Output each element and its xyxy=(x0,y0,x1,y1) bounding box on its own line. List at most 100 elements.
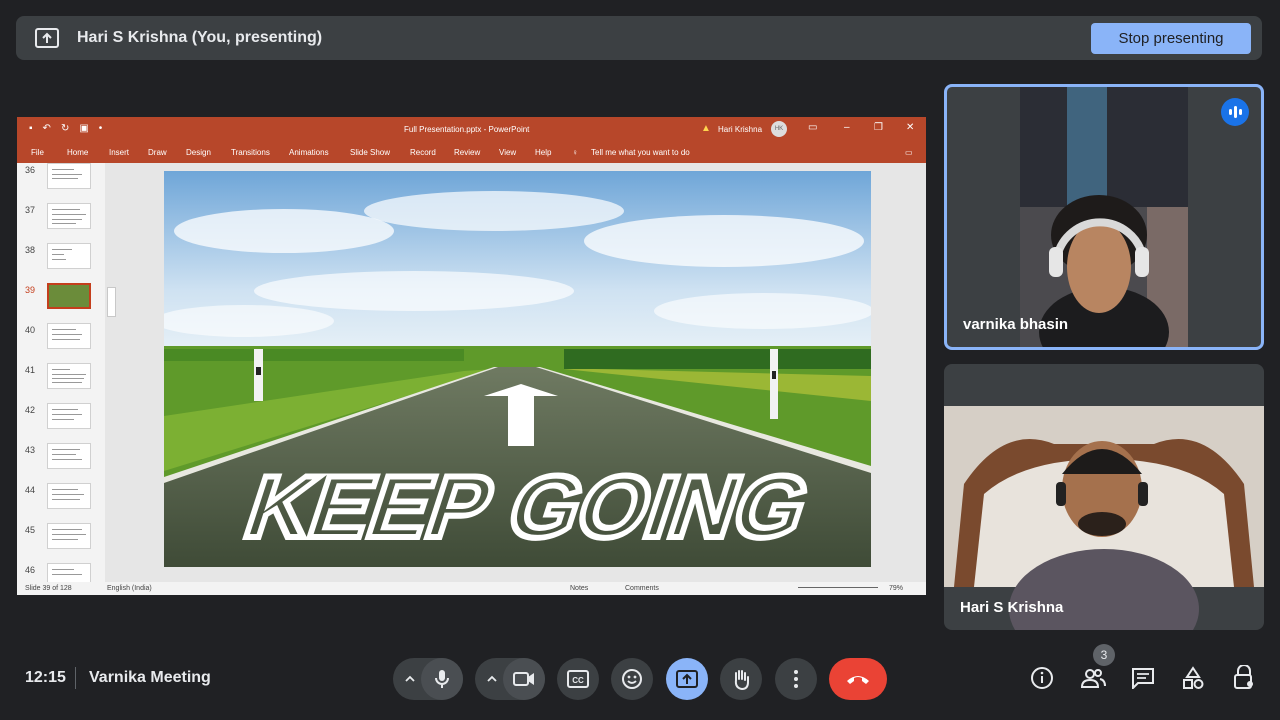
reactions-button[interactable] xyxy=(611,658,653,700)
thumbnail-row: 36 xyxy=(17,163,109,203)
people-button[interactable] xyxy=(1079,664,1107,692)
participant-video xyxy=(944,406,1264,630)
slide-number: 41 xyxy=(25,365,36,375)
present-screen-icon xyxy=(35,28,59,48)
ppt-title-bar: ▪ ↶ ↻ ▣ • Full Presentation.pptx - Power… xyxy=(17,117,926,141)
slide-number: 37 xyxy=(25,205,36,215)
stop-presenting-button[interactable]: Stop presenting xyxy=(1091,23,1251,54)
thumbnail-row: 37 xyxy=(17,203,109,243)
thumbnail-row: 40 xyxy=(17,323,109,363)
slide-number: 46 xyxy=(25,565,36,575)
slide-number: 45 xyxy=(25,525,36,535)
thumbnail-row: 46 xyxy=(17,563,109,582)
present-button[interactable] xyxy=(666,658,708,700)
divider xyxy=(75,667,76,689)
hand-icon xyxy=(734,670,749,690)
captions-button[interactable]: CC xyxy=(557,658,599,700)
speaking-indicator-icon xyxy=(1221,98,1249,126)
slide-thumbnail xyxy=(47,363,91,389)
shared-screen-powerpoint: ▪ ↶ ↻ ▣ • Full Presentation.pptx - Power… xyxy=(17,117,926,595)
slide-thumbnails-pane: 36 37 38 39 40 41 42 43 44 45 46 xyxy=(17,163,109,582)
menu-transitions: Transitions xyxy=(231,148,270,157)
participant-name: Hari S Krishna xyxy=(960,599,1064,616)
participant-tile[interactable]: Hari S Krishna xyxy=(944,364,1264,630)
redo-icon: ↻ xyxy=(60,123,70,134)
menu-slide-show: Slide Show xyxy=(350,148,391,157)
quick-access-toolbar: ▪ ↶ ↻ ▣ • xyxy=(29,123,102,134)
zoom-slider xyxy=(798,587,878,588)
slide-number: 39 xyxy=(25,285,36,295)
slide-thumbnail xyxy=(47,403,91,429)
camera-control xyxy=(475,658,545,700)
lock-person-icon xyxy=(1234,665,1253,689)
slide-thumbnail xyxy=(47,163,91,189)
undo-icon: ↶ xyxy=(42,123,51,134)
warning-icon: ▲ xyxy=(701,123,711,134)
menu-view: View xyxy=(499,148,517,157)
microphone-button[interactable] xyxy=(421,658,463,700)
scroll-thumb xyxy=(107,287,116,317)
chat-button[interactable] xyxy=(1129,664,1157,692)
menu-file: File xyxy=(31,148,44,157)
ppt-workspace: 36 37 38 39 40 41 42 43 44 45 46 KEEP GO… xyxy=(17,163,926,582)
participant-count-badge: 3 xyxy=(1093,644,1115,666)
close-icon: ✕ xyxy=(906,122,915,133)
menu-animations: Animations xyxy=(289,148,329,157)
participant-name: varnika bhasin xyxy=(963,316,1069,333)
tell-me-search: Tell me what you want to do xyxy=(591,148,690,157)
chat-icon xyxy=(1132,668,1154,689)
menu-design: Design xyxy=(186,148,211,157)
slide-number: 38 xyxy=(25,245,36,255)
host-controls-button[interactable] xyxy=(1230,664,1258,692)
slide-thumbnail xyxy=(47,443,91,469)
leave-call-button[interactable] xyxy=(829,658,887,700)
menu-record: Record xyxy=(410,148,436,157)
current-slide: KEEP GOING xyxy=(164,171,871,567)
camera-icon xyxy=(513,672,534,686)
microphone-icon xyxy=(435,670,449,688)
customize-icon: • xyxy=(98,123,103,134)
slide-thumbnail xyxy=(47,523,91,549)
thumbnail-row: 45 xyxy=(17,523,109,563)
shapes-icon xyxy=(1183,666,1204,689)
ppt-user-name: Hari Krishna xyxy=(718,125,763,134)
chevron-up-icon[interactable] xyxy=(485,672,499,686)
save-icon: ▪ xyxy=(29,123,33,134)
raise-hand-button[interactable] xyxy=(720,658,762,700)
more-vert-icon xyxy=(794,670,798,688)
people-icon xyxy=(1080,669,1106,688)
notes-toggle: Notes xyxy=(570,585,589,592)
presenting-bar: Hari S Krishna (You, presenting) Stop pr… xyxy=(16,16,1262,60)
slide-scrollbar xyxy=(914,163,924,582)
chevron-up-icon[interactable] xyxy=(403,672,417,686)
slide-count: Slide 39 of 128 xyxy=(25,585,72,592)
menu-insert: Insert xyxy=(109,148,130,157)
keep-going-road-image: KEEP GOING xyxy=(164,171,871,567)
more-options-button[interactable] xyxy=(775,658,817,700)
ribbon-display-icon: ▭ xyxy=(808,122,818,133)
minimize-icon: – xyxy=(844,122,850,133)
slide-number: 40 xyxy=(25,325,36,335)
ppt-file-title: Full Presentation.pptx - PowerPoint xyxy=(404,125,530,134)
menu-home: Home xyxy=(67,148,89,157)
activities-button[interactable] xyxy=(1179,664,1207,692)
keep-going-text: KEEP GOING xyxy=(234,458,822,556)
slide-thumbnail-selected xyxy=(47,283,91,309)
present-screen-icon xyxy=(676,670,698,688)
slide-number: 36 xyxy=(25,165,36,175)
thumbnail-row: 39 xyxy=(17,283,109,323)
mic-control xyxy=(393,658,463,700)
slide-number: 42 xyxy=(25,405,36,415)
comments-toggle: Comments xyxy=(625,585,659,592)
slide-thumbnail xyxy=(47,323,91,349)
thumbnail-row: 42 xyxy=(17,403,109,443)
meeting-name: Varnika Meeting xyxy=(89,669,211,686)
info-icon xyxy=(1031,667,1053,689)
camera-button[interactable] xyxy=(503,658,545,700)
end-call-icon xyxy=(847,676,869,684)
participant-video xyxy=(1020,87,1188,347)
slide-thumbnail xyxy=(47,203,91,229)
ppt-user-avatar: HK xyxy=(771,121,787,137)
meeting-details-button[interactable] xyxy=(1028,664,1056,692)
participant-tile[interactable]: varnika bhasin xyxy=(944,84,1264,350)
